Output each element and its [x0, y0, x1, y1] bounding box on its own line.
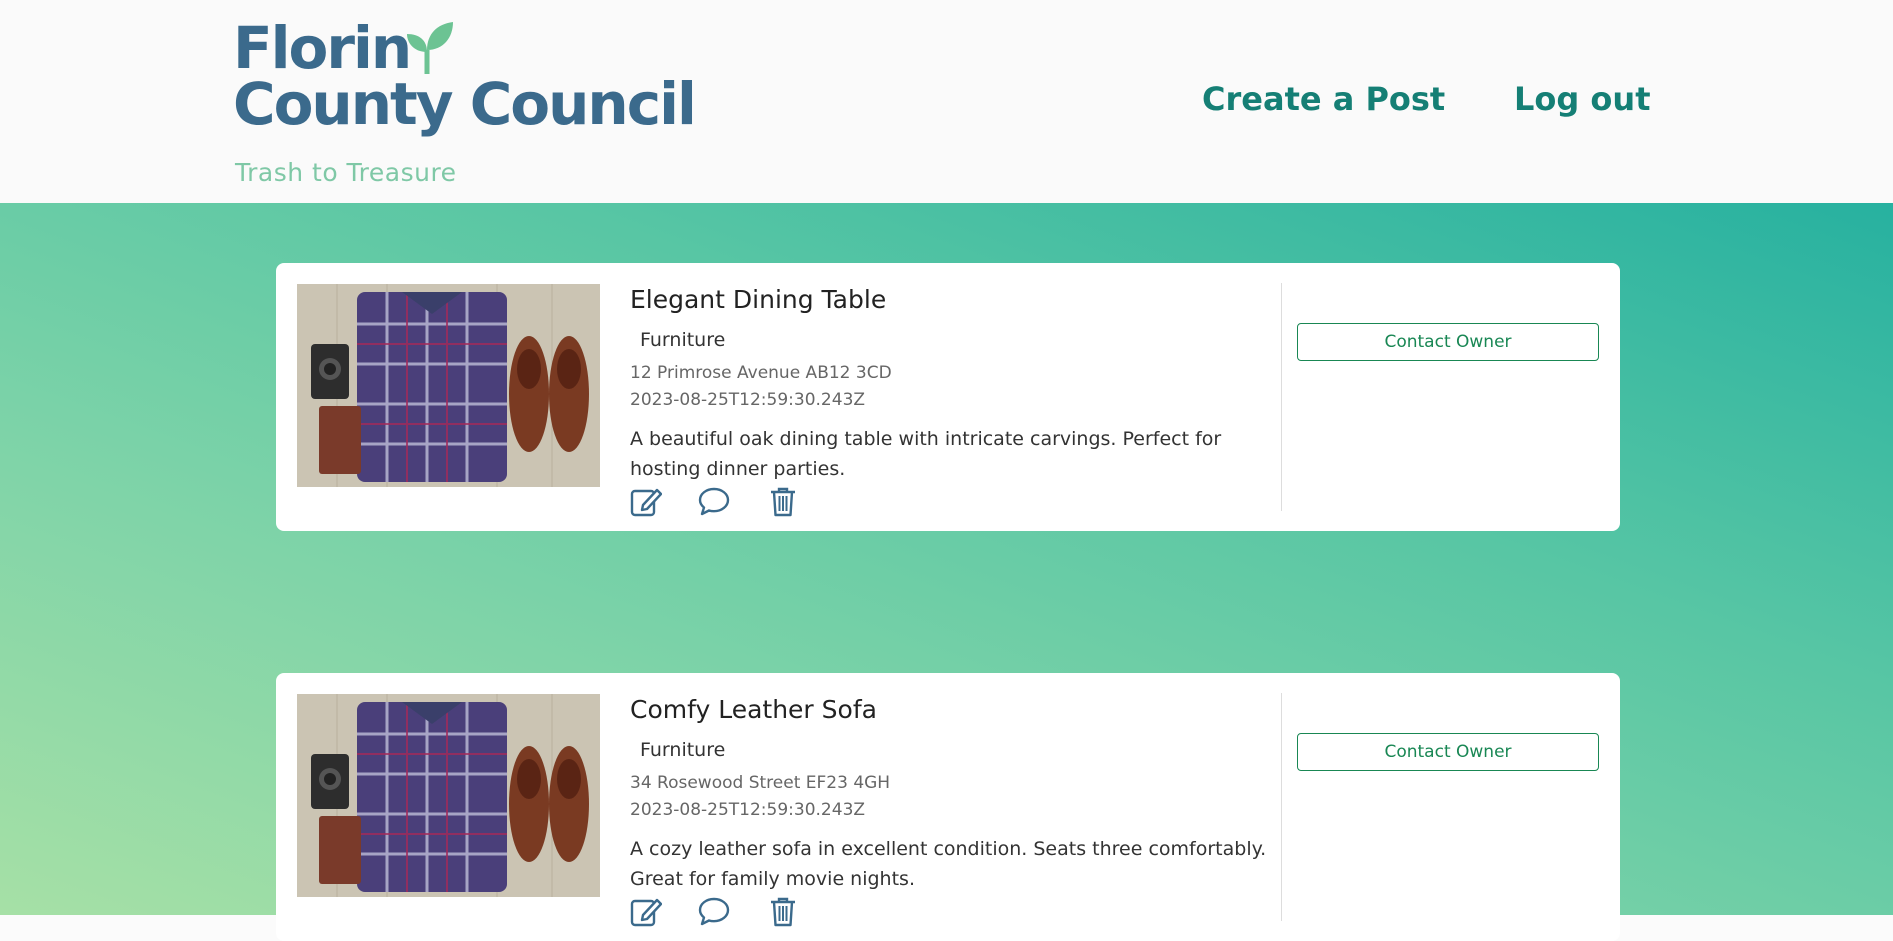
post-card: Comfy Leather Sofa Furniture 34 Rosewood… — [276, 673, 1620, 941]
sprout-icon — [407, 22, 453, 74]
post-image — [297, 284, 600, 487]
edit-icon[interactable] — [630, 485, 662, 517]
logo-line2: County Council — [233, 70, 697, 138]
post-category: Furniture — [640, 739, 726, 761]
comment-icon[interactable] — [698, 895, 730, 927]
edit-icon[interactable] — [630, 895, 662, 927]
post-date: 2023-08-25T12:59:30.243Z — [630, 800, 866, 820]
contact-owner-button[interactable]: Contact Owner — [1297, 733, 1599, 771]
post-address: 34 Rosewood Street EF23 4GH — [630, 773, 891, 793]
post-title: Elegant Dining Table — [630, 285, 887, 314]
trash-icon[interactable] — [767, 485, 799, 517]
tagline: Trash to Treasure — [235, 158, 457, 187]
logo-line1: Florin — [233, 14, 412, 82]
create-post-link[interactable]: Create a Post — [1202, 80, 1445, 118]
card-divider — [1281, 693, 1282, 921]
post-image — [297, 694, 600, 897]
posts-feed: Elegant Dining Table Furniture 12 Primro… — [0, 203, 1893, 941]
site-header: Florin County Council Trash to Treasure … — [0, 0, 1893, 203]
comment-icon[interactable] — [698, 485, 730, 517]
post-description: A cozy leather sofa in excellent conditi… — [630, 838, 1267, 890]
card-divider — [1281, 283, 1282, 511]
post-card: Elegant Dining Table Furniture 12 Primro… — [276, 263, 1620, 531]
logout-link[interactable]: Log out — [1514, 80, 1650, 118]
post-address: 12 Primrose Avenue AB12 3CD — [630, 363, 892, 383]
post-date: 2023-08-25T12:59:30.243Z — [630, 390, 866, 410]
contact-owner-button[interactable]: Contact Owner — [1297, 323, 1599, 361]
post-category: Furniture — [640, 329, 726, 351]
council-logo[interactable]: Florin County Council Trash to Treasure — [233, 18, 733, 188]
post-description: A beautiful oak dining table with intric… — [630, 428, 1222, 480]
trash-icon[interactable] — [767, 895, 799, 927]
post-title: Comfy Leather Sofa — [630, 695, 877, 724]
